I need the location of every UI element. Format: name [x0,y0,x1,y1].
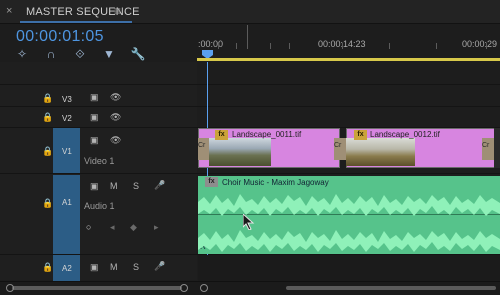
sync-lock-icon[interactable]: ▣ [90,135,99,146]
timeline-tools: ✧ ∩ ⟐ ▼ 🔧 [14,46,154,62]
panel-title[interactable]: MASTER SEQUENCE [26,6,140,18]
transition-marker[interactable]: Cr [198,138,209,160]
mute-button[interactable]: M [110,262,118,272]
next-keyframe-icon[interactable]: ▸ [154,222,159,233]
scroll-handle-right[interactable] [200,284,208,292]
track-name-v1: Video 1 [84,156,115,166]
snap-icon[interactable]: ✧ [14,46,30,62]
track-label-a1: A1 [62,198,72,207]
sync-lock-icon[interactable]: ▣ [90,112,99,123]
voiceover-mic-icon[interactable]: 🎤 [154,261,165,272]
ruler-tick [389,43,390,49]
clip-label: Landscape_0011.tif [232,130,302,139]
lock-icon[interactable]: 🔒 [42,93,53,104]
track-label-a2: A2 [62,264,72,273]
clip-end [494,128,500,168]
scroll-handle-mid[interactable] [180,284,188,292]
ruler-tick [236,43,237,49]
scroll-handle-left[interactable] [6,284,14,292]
lock-icon[interactable]: 🔒 [42,146,53,157]
sync-lock-icon[interactable]: ▣ [90,92,99,103]
scroll-thumb-right[interactable] [286,286,496,290]
track-label-v3: V3 [62,95,72,104]
close-tab-icon[interactable]: × [6,5,12,17]
lock-icon[interactable]: 🔒 [42,112,53,123]
lock-icon[interactable]: 🔒 [42,198,53,209]
fx-badge: fx [215,130,228,140]
ruler-label-start: :00:00 [198,39,224,49]
transition-marker[interactable]: Cr [482,138,494,160]
playhead-timecode[interactable]: 00:00:01:05 [16,28,104,46]
ruler-tick [270,43,271,49]
linked-selection-icon[interactable]: ⟐ [72,46,88,62]
sync-lock-icon[interactable]: ▣ [90,181,99,192]
lock-icon[interactable]: 🔒 [42,262,53,273]
fx-badge: fx [354,130,367,140]
track-divider [0,173,500,174]
fx-badge: fx [205,177,218,187]
ruler-tick [486,43,487,49]
add-keyframe-icon[interactable]: ◆ [130,222,137,233]
eye-icon[interactable]: 👁 [110,135,121,146]
mute-button[interactable]: M [110,181,118,191]
track-label-v1: V1 [62,147,72,156]
ruler-tick [247,25,248,49]
clip-thumbnail [346,138,415,166]
ruler-tick [289,43,290,49]
ruler-label-end: 00:00:29 [462,39,498,49]
clip-label: Landscape_0012.tif [370,130,440,139]
track-label-v2: V2 [62,114,72,123]
track-divider [0,84,500,85]
sync-lock-icon[interactable]: ▣ [90,262,99,273]
add-marker-icon[interactable]: ▼ [101,46,117,62]
eye-icon[interactable]: 👁 [110,92,121,103]
solo-button[interactable]: S [133,181,139,191]
wrench-icon[interactable]: 🔧 [130,46,146,62]
work-area-bar[interactable] [197,58,500,61]
voiceover-mic-icon[interactable]: 🎤 [154,180,165,191]
active-tab-underline [20,21,132,23]
ruler-tick [342,43,343,49]
panel-menu-icon[interactable]: ≡ [114,4,121,18]
scroll-thumb-left[interactable] [12,286,182,290]
keyframe-toggle-icon[interactable]: ○ [86,222,91,232]
ruler-tick [218,43,219,49]
magnet-icon[interactable]: ∩ [43,46,59,62]
prev-keyframe-icon[interactable]: ◂ [110,222,115,233]
audio-track-empty[interactable] [198,255,500,281]
audio-clip-label: Choir Music - Maxim Jagoway [222,178,329,187]
eye-icon[interactable]: 👁 [110,112,121,123]
track-divider [0,106,500,107]
transition-marker[interactable]: Cr [334,138,346,160]
track-name-a1: Audio 1 [84,201,115,211]
mouse-pointer-icon [243,214,255,230]
ruler-tick [436,43,437,49]
clip-thumbnail [209,138,271,166]
solo-button[interactable]: S [133,262,139,272]
track-target-a1[interactable] [53,175,80,254]
